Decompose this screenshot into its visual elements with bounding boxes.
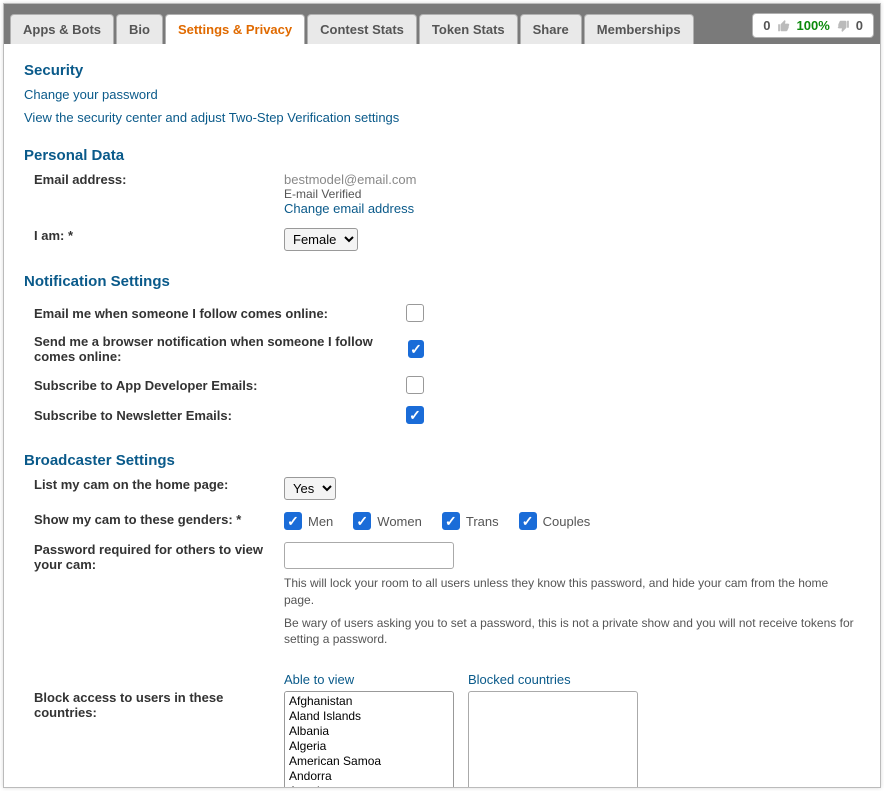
cam-password-hint-1: This will lock your room to all users un… [284, 575, 860, 609]
gender-item: Trans [442, 512, 499, 530]
notif-label: Send me a browser notification when some… [34, 334, 408, 364]
personal-data-section: Personal Data Email address: bestmodel@e… [24, 147, 860, 251]
notif-row: Subscribe to Newsletter Emails: [24, 400, 424, 430]
iam-select[interactable]: Female [284, 228, 358, 251]
tab-bio[interactable]: Bio [116, 14, 163, 44]
cam-password-label: Password required for others to view you… [24, 542, 284, 572]
notif-checkbox[interactable] [408, 340, 424, 358]
country-option[interactable]: Aland Islands [287, 709, 451, 724]
notif-row: Subscribe to App Developer Emails: [24, 370, 424, 400]
notif-label: Email me when someone I follow comes onl… [34, 306, 328, 321]
notif-label: Subscribe to Newsletter Emails: [34, 408, 232, 423]
country-option[interactable]: American Samoa [287, 754, 451, 769]
country-option[interactable]: Albania [287, 724, 451, 739]
gender-item: Women [353, 512, 422, 530]
thumbs-up-icon[interactable] [777, 19, 791, 33]
thumbs-down-count: 0 [856, 18, 863, 33]
block-countries-label: Block access to users in these countries… [24, 668, 284, 720]
content-pane: Security Change your password View the s… [4, 44, 880, 787]
notif-checkbox[interactable] [406, 406, 424, 424]
gender-checkbox[interactable] [284, 512, 302, 530]
change-password-link[interactable]: Change your password [24, 87, 860, 102]
tab-settings-privacy[interactable]: Settings & Privacy [165, 14, 305, 44]
cam-password-input[interactable] [284, 542, 454, 569]
able-to-view-header: Able to view [284, 672, 454, 687]
notif-row: Email me when someone I follow comes onl… [24, 298, 424, 328]
notification-section: Notification Settings Email me when some… [24, 273, 860, 430]
rating-percent: 100% [797, 18, 830, 33]
notif-checkbox[interactable] [406, 304, 424, 322]
email-label: Email address: [24, 172, 284, 187]
blocked-countries-header: Blocked countries [468, 672, 638, 687]
tab-memberships[interactable]: Memberships [584, 14, 694, 44]
window-frame: Apps & BotsBioSettings & PrivacyContest … [3, 3, 881, 788]
notif-row: Send me a browser notification when some… [24, 328, 424, 370]
list-cam-label: List my cam on the home page: [24, 477, 284, 492]
country-option[interactable]: Afghanistan [287, 694, 451, 709]
blocked-countries-list[interactable] [468, 691, 638, 787]
genders-label: Show my cam to these genders: * [24, 512, 284, 527]
cam-password-hint-2: Be wary of users asking you to set a pas… [284, 615, 860, 649]
thumbs-up-count: 0 [763, 18, 770, 33]
country-option[interactable]: Algeria [287, 739, 451, 754]
country-option[interactable]: Andorra [287, 769, 451, 784]
iam-label: I am: * [24, 228, 284, 243]
tab-contest-stats[interactable]: Contest Stats [307, 14, 417, 44]
gender-label: Couples [543, 514, 591, 529]
broadcaster-heading: Broadcaster Settings [24, 452, 860, 469]
gender-checkbox[interactable] [519, 512, 537, 530]
notif-label: Subscribe to App Developer Emails: [34, 378, 257, 393]
notification-heading: Notification Settings [24, 273, 860, 290]
tab-apps-bots[interactable]: Apps & Bots [10, 14, 114, 44]
gender-label: Men [308, 514, 333, 529]
two-step-link[interactable]: View the security center and adjust Two-… [24, 110, 860, 125]
thumbs-down-icon[interactable] [836, 19, 850, 33]
tab-token-stats[interactable]: Token Stats [419, 14, 518, 44]
list-cam-select[interactable]: Yes [284, 477, 336, 500]
tab-bar: Apps & BotsBioSettings & PrivacyContest … [4, 4, 880, 44]
email-verified-status: E-mail Verified [284, 187, 860, 201]
change-email-link[interactable]: Change email address [284, 201, 414, 216]
gender-label: Women [377, 514, 422, 529]
tab-share[interactable]: Share [520, 14, 582, 44]
gender-item: Couples [519, 512, 591, 530]
gender-label: Trans [466, 514, 499, 529]
able-to-view-list[interactable]: AfghanistanAland IslandsAlbaniaAlgeriaAm… [284, 691, 454, 787]
security-section: Security Change your password View the s… [24, 62, 860, 125]
gender-checkbox[interactable] [353, 512, 371, 530]
email-value: bestmodel@email.com [284, 172, 860, 187]
gender-checkbox[interactable] [442, 512, 460, 530]
broadcaster-section: Broadcaster Settings List my cam on the … [24, 452, 860, 787]
notif-checkbox[interactable] [406, 376, 424, 394]
rating-box: 0 100% 0 [752, 13, 874, 38]
security-heading: Security [24, 62, 860, 79]
country-option[interactable]: Angola [287, 784, 451, 787]
gender-item: Men [284, 512, 333, 530]
personal-heading: Personal Data [24, 147, 860, 164]
